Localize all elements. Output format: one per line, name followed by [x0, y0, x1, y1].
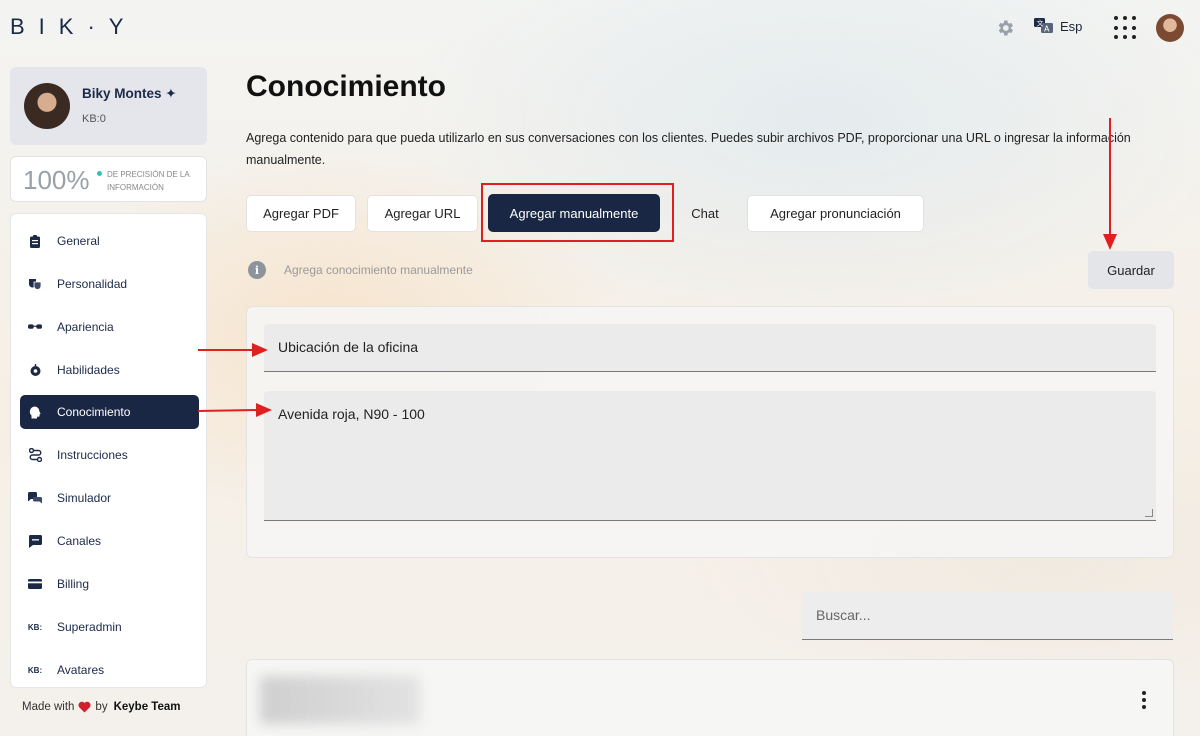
arrowhead-save [1103, 234, 1117, 250]
arrow-to-content [197, 409, 259, 412]
arrowhead-title [252, 343, 268, 357]
arrowhead-content [256, 403, 272, 417]
annotation-arrows [197, 118, 1117, 417]
